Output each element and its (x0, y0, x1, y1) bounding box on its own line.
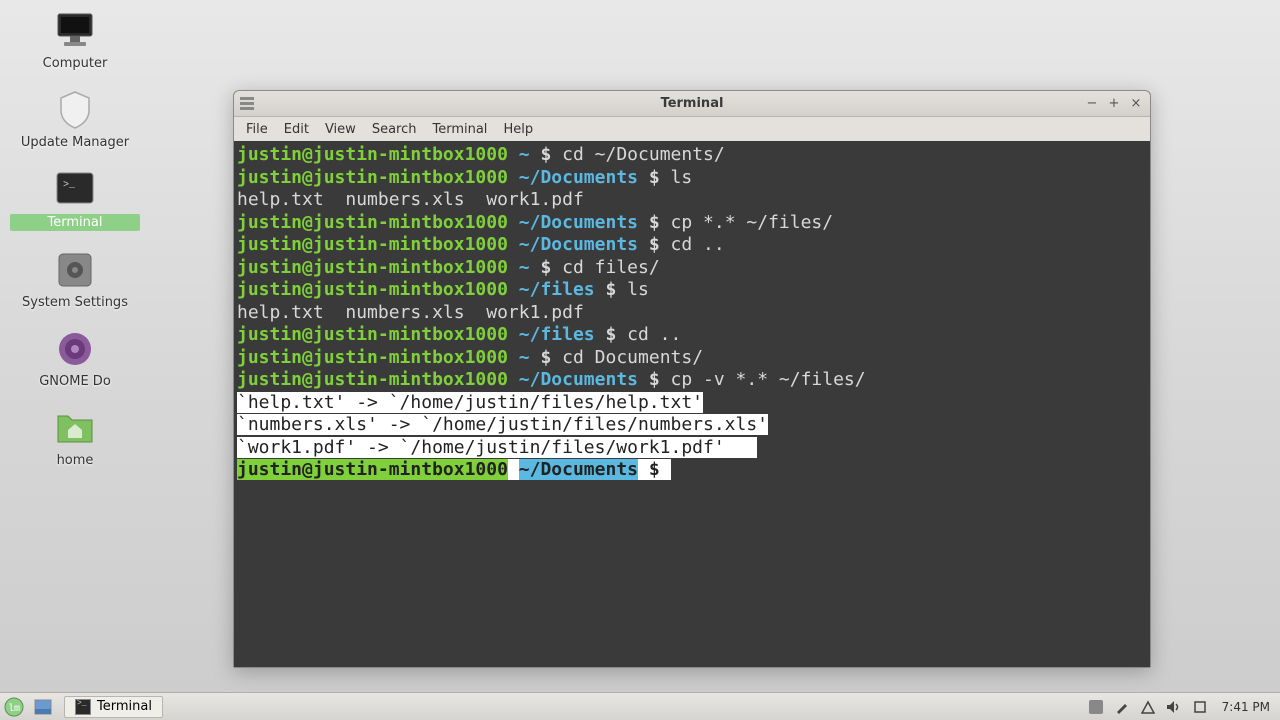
terminal-window: Terminal − + × File Edit View Search Ter… (233, 90, 1151, 668)
desktop: Computer Update Manager >_ Terminal Syst… (10, 10, 140, 486)
desktop-icon-label: Update Manager (10, 135, 140, 150)
window-controls: − + × (1082, 94, 1146, 112)
desktop-icon-home[interactable]: home (10, 407, 140, 468)
minimize-button[interactable]: − (1082, 94, 1102, 112)
color-picker-icon[interactable] (1114, 699, 1130, 715)
desktop-icon-label: System Settings (10, 295, 140, 310)
menu-file[interactable]: File (238, 120, 276, 139)
network-icon[interactable] (1140, 699, 1156, 715)
terminal-content[interactable]: justin@justin-mintbox1000 ~ $ cd ~/Docum… (237, 144, 1147, 664)
system-tray: 7:41 PM (1088, 699, 1280, 715)
clock[interactable]: 7:41 PM (1222, 700, 1270, 714)
svg-text:lm: lm (8, 703, 20, 715)
menu-edit[interactable]: Edit (276, 120, 317, 139)
desktop-icon-terminal[interactable]: >_ Terminal (10, 168, 140, 231)
desktop-icon-label: Computer (10, 56, 140, 71)
desktop-icon-computer[interactable]: Computer (10, 10, 140, 71)
system-menu-icon[interactable] (240, 96, 254, 110)
taskbar-task-terminal[interactable]: Terminal (64, 696, 163, 718)
desktop-icon-label: home (10, 453, 140, 468)
show-desktop-button[interactable] (32, 696, 54, 718)
titlebar[interactable]: Terminal − + × (234, 91, 1150, 117)
shield-icon (54, 89, 96, 131)
menu-help[interactable]: Help (495, 120, 541, 139)
menu-view[interactable]: View (317, 120, 364, 139)
desktop-icon-label: GNOME Do (10, 374, 140, 389)
menu-terminal[interactable]: Terminal (424, 120, 495, 139)
tray-icon[interactable] (1088, 699, 1104, 715)
settings-icon (54, 249, 96, 291)
terminal-icon: >_ (54, 168, 96, 210)
desktop-icon-system-settings[interactable]: System Settings (10, 249, 140, 310)
close-button[interactable]: × (1126, 94, 1146, 112)
terminal-icon (75, 699, 91, 715)
gnome-do-icon (54, 328, 96, 370)
taskbar: lm Terminal 7:41 PM (0, 692, 1280, 720)
svg-text:>_: >_ (63, 180, 76, 191)
desktop-icon-update-manager[interactable]: Update Manager (10, 89, 140, 150)
desktop-icon-label: Terminal (10, 214, 140, 231)
task-label: Terminal (97, 699, 152, 714)
desktop-icon-gnome-do[interactable]: GNOME Do (10, 328, 140, 389)
tray-icon[interactable] (1192, 699, 1208, 715)
maximize-button[interactable]: + (1104, 94, 1124, 112)
computer-icon (54, 10, 96, 52)
terminal-body[interactable]: justin@justin-mintbox1000 ~ $ cd ~/Docum… (234, 141, 1150, 667)
folder-home-icon (54, 407, 96, 449)
volume-icon[interactable] (1166, 699, 1182, 715)
menubar: File Edit View Search Terminal Help (234, 117, 1150, 141)
start-menu-button[interactable]: lm (0, 693, 28, 720)
window-title: Terminal (234, 96, 1150, 111)
menu-search[interactable]: Search (364, 120, 425, 139)
